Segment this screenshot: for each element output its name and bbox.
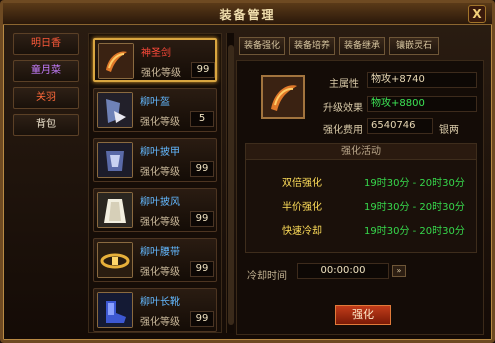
item-level-label: 强化等级 (140, 317, 180, 328)
helmet-icon (97, 92, 133, 128)
belt-icon (97, 242, 133, 278)
item-name: 柳叶盔 (140, 97, 170, 108)
item-level-value: 99 (190, 311, 214, 327)
item-level-value: 99 (190, 161, 214, 177)
equipment-item[interactable]: 柳叶披甲 强化等级 99 (93, 138, 217, 182)
item-level-label: 强化等级 (140, 117, 180, 128)
upgrade-value: 物攻+8800 (367, 96, 477, 112)
item-level-label: 强化等级 (140, 217, 180, 228)
tab-backpack[interactable]: 背包 (13, 114, 79, 136)
cooldown-value: 00:00:00 (297, 263, 389, 279)
tab-character-1[interactable]: 童月菜 (13, 60, 79, 82)
equipment-list: 神圣剑 强化等级 99 柳叶盔 强化等级 5 柳叶披甲 强化等级 99 柳叶披风 (88, 33, 222, 333)
item-name: 柳叶长靴 (140, 297, 180, 308)
close-button[interactable]: X (468, 5, 486, 23)
tab-enhance[interactable]: 装备强化 (239, 37, 285, 55)
activity-time: 19时30分 - 20时30分 (364, 178, 465, 189)
equipment-window: 装备管理 X 明日香 童月菜 关羽 背包 神圣剑 强化等级 99 柳叶盔 强化等… (0, 0, 495, 343)
item-level-value: 99 (190, 261, 214, 277)
item-level-value: 99 (190, 211, 214, 227)
upgrade-label: 升级效果 (323, 103, 363, 114)
tab-cultivate[interactable]: 装备培养 (289, 37, 335, 55)
character-tabs: 明日香 童月菜 关羽 背包 (13, 33, 79, 141)
tab-character-0[interactable]: 明日香 (13, 33, 79, 55)
equipment-item[interactable]: 柳叶腰带 强化等级 99 (93, 238, 217, 282)
selected-item-icon (261, 75, 305, 119)
activity-header: 强化活动 (246, 144, 476, 160)
item-level-value: 5 (190, 111, 214, 127)
activity-name: 双倍强化 (282, 178, 322, 189)
boots-icon (97, 292, 133, 328)
cost-unit: 银两 (439, 125, 459, 136)
activity-time: 19时30分 - 20时30分 (364, 226, 465, 237)
list-scrollbar[interactable] (226, 33, 234, 333)
activity-name: 快速冷却 (282, 226, 322, 237)
equipment-item[interactable]: 柳叶盔 强化等级 5 (93, 88, 217, 132)
cooldown-label: 冷却时间 (247, 271, 287, 282)
main-attr-label: 主属性 (329, 79, 359, 90)
title-bar: 装备管理 X (3, 3, 492, 25)
item-level-label: 强化等级 (141, 68, 181, 79)
enhance-panel: 主属性 物攻+8740 升级效果 物攻+8800 强化费用 6540746 银两… (236, 60, 484, 335)
cost-value: 6540746 (367, 118, 433, 134)
cooldown-skip-button[interactable]: » (392, 265, 406, 277)
item-name: 神圣剑 (141, 48, 171, 59)
equipment-item[interactable]: 神圣剑 强化等级 99 (93, 38, 217, 82)
item-name: 柳叶披风 (140, 197, 180, 208)
cape-icon (97, 192, 133, 228)
item-name: 柳叶腰带 (140, 247, 180, 258)
tab-character-2[interactable]: 关羽 (13, 87, 79, 109)
item-level-label: 强化等级 (140, 267, 180, 278)
equipment-item[interactable]: 柳叶披风 强化等级 99 (93, 188, 217, 232)
activity-name: 半价强化 (282, 202, 322, 213)
item-level-label: 强化等级 (140, 167, 180, 178)
enhance-button[interactable]: 强化 (335, 305, 391, 325)
activity-box: 强化活动 双倍强化 19时30分 - 20时30分 半价强化 19时30分 - … (245, 143, 477, 253)
item-name: 柳叶披甲 (140, 147, 180, 158)
tab-inlay[interactable]: 镶嵌灵石 (389, 37, 439, 55)
cost-label: 强化费用 (323, 125, 363, 136)
item-level-value: 99 (191, 62, 215, 78)
armor-icon (97, 142, 133, 178)
main-attr-value: 物攻+8740 (367, 72, 477, 88)
equipment-item[interactable]: 柳叶长靴 强化等级 99 (93, 288, 217, 332)
activity-time: 19时30分 - 20时30分 (364, 202, 465, 213)
sword-icon (98, 43, 134, 79)
tab-inherit[interactable]: 装备继承 (339, 37, 385, 55)
scrollbar-thumb[interactable] (228, 45, 234, 325)
window-title: 装备管理 (219, 8, 276, 22)
